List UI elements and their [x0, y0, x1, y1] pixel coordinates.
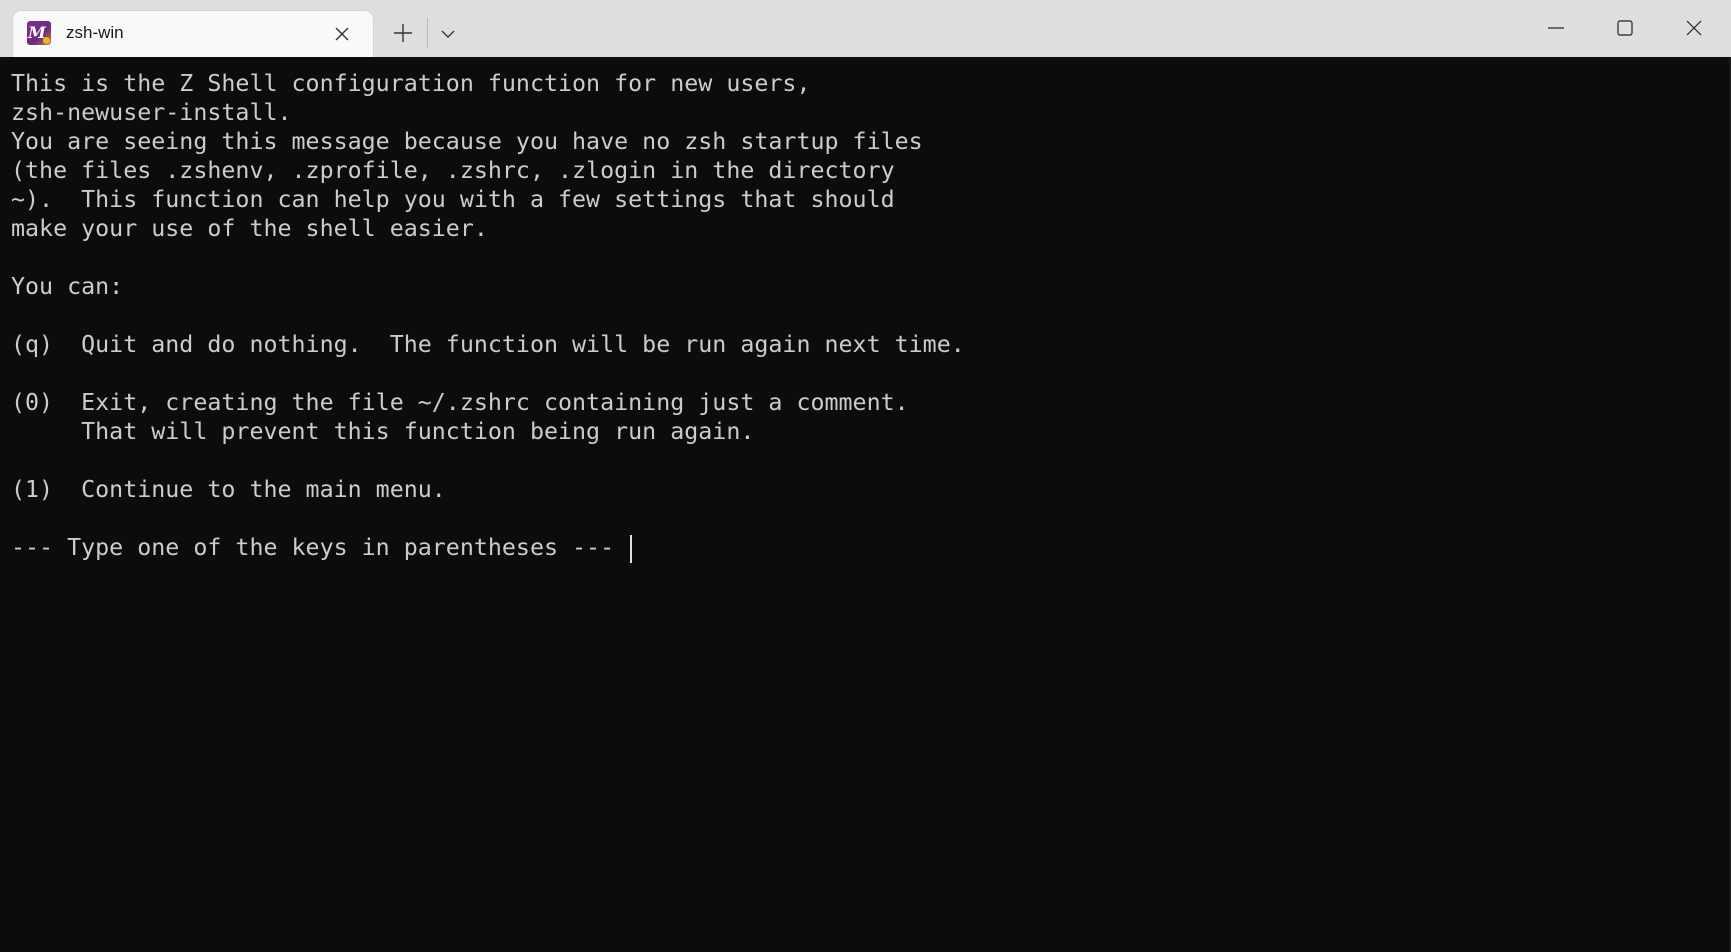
close-icon [335, 27, 349, 41]
plus-icon [394, 24, 412, 42]
terminal-line: (0) Exit, creating the file ~/.zshrc con… [11, 389, 909, 416]
maximize-button[interactable] [1602, 8, 1648, 48]
tab-separator [427, 18, 428, 48]
maximize-icon [1617, 20, 1633, 36]
terminal-window: M zsh-win This is the Z Shell configurat… [0, 0, 1731, 952]
prompt-line: --- Type one of the keys in parentheses … [11, 533, 965, 563]
minimize-icon [1548, 27, 1564, 29]
new-tab-button[interactable] [388, 20, 418, 46]
terminal-lines: This is the Z Shell configuration functi… [11, 69, 965, 563]
prompt-text: --- Type one of the keys in parentheses … [11, 534, 629, 561]
terminal-line: That will prevent this function being ru… [11, 418, 755, 445]
tab-title: zsh-win [66, 23, 124, 42]
chevron-down-icon [441, 30, 455, 38]
msys2-app-icon: M [27, 21, 51, 45]
terminal-output[interactable]: This is the Z Shell configuration functi… [0, 57, 1731, 952]
terminal-line: (q) Quit and do nothing. The function wi… [11, 331, 965, 358]
tab-close-icon[interactable] [332, 24, 352, 44]
minimize-button[interactable] [1533, 8, 1579, 48]
tab-zsh-win[interactable]: M zsh-win [13, 11, 373, 57]
terminal-line: (the files .zshenv, .zprofile, .zshrc, .… [11, 157, 895, 184]
tab-dropdown-button[interactable] [436, 22, 460, 46]
text-cursor [630, 534, 633, 563]
terminal-line: ~). This function can help you with a fe… [11, 186, 895, 213]
terminal-line: This is the Z Shell configuration functi… [11, 70, 811, 97]
terminal-line: (1) Continue to the main menu. [11, 476, 446, 503]
terminal-line: make your use of the shell easier. [11, 215, 488, 242]
title-bar[interactable]: M zsh-win [0, 0, 1731, 57]
app-icon-badge [43, 37, 50, 44]
close-icon [1686, 20, 1702, 36]
terminal-line: You can: [11, 273, 124, 300]
close-window-button[interactable] [1671, 8, 1717, 48]
terminal-line: zsh-newuser-install. [11, 99, 292, 126]
terminal-line: You are seeing this message because you … [11, 128, 923, 155]
